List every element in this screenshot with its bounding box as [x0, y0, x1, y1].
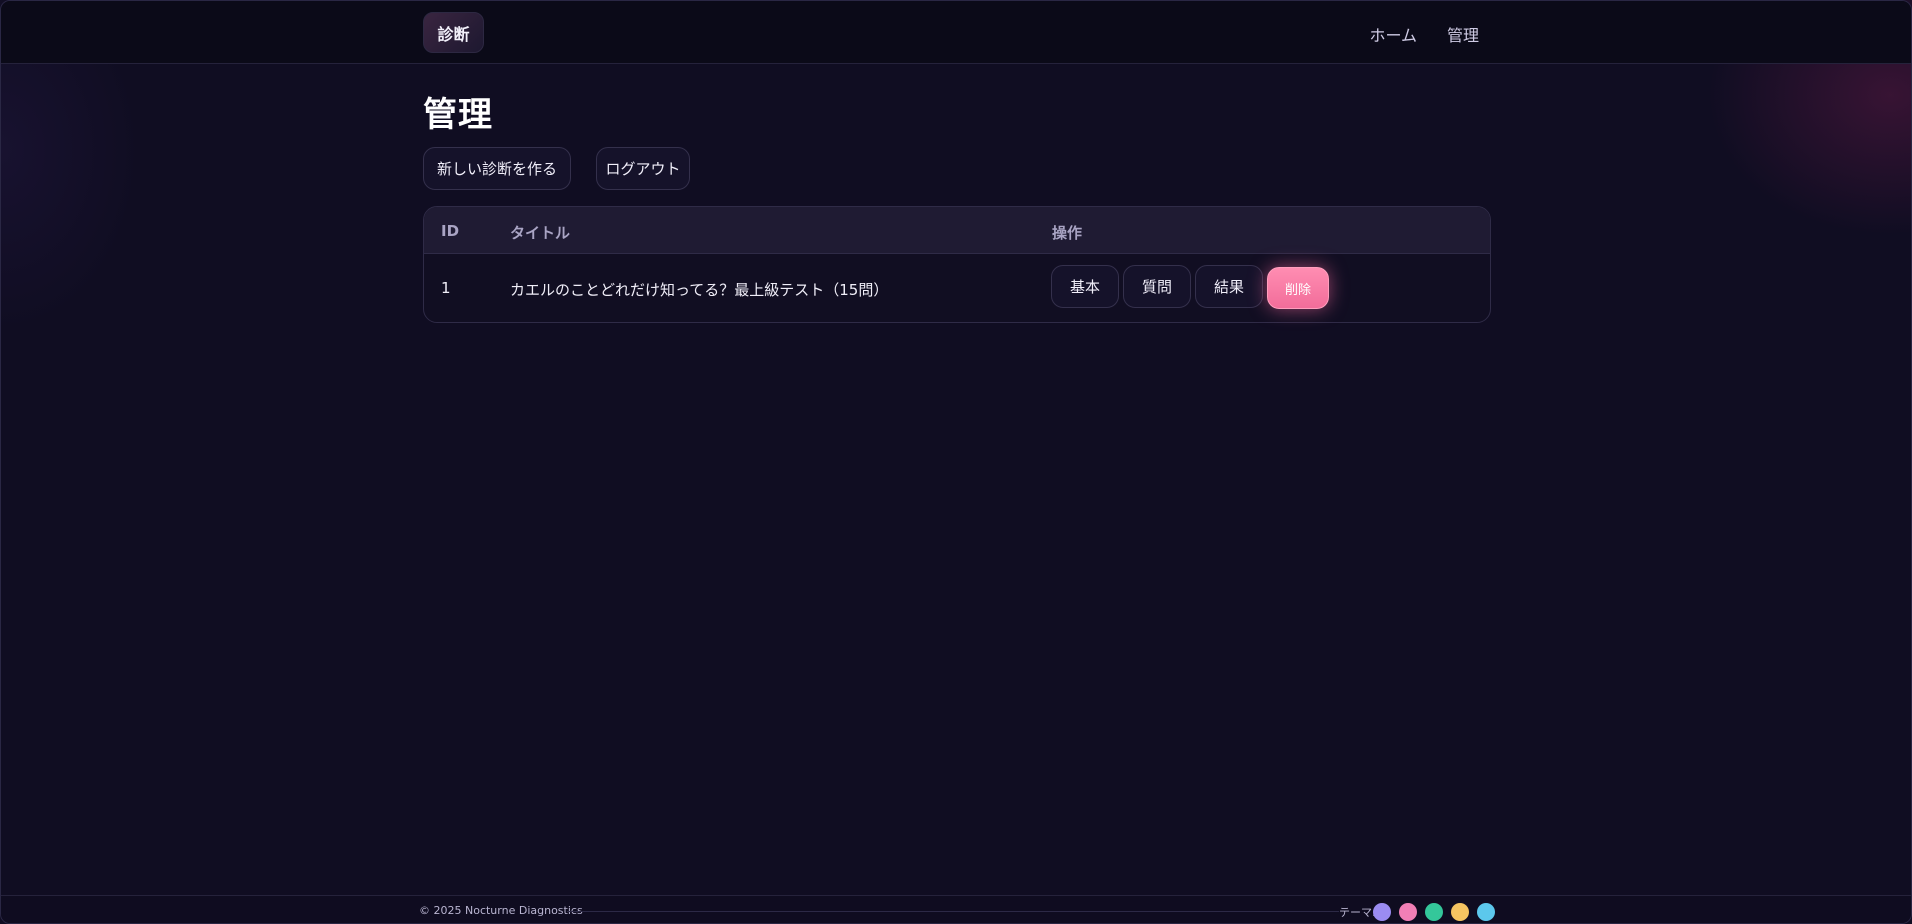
nav-home-link[interactable]: ホーム: [1369, 22, 1417, 46]
theme-swatch-green[interactable]: [1425, 903, 1443, 921]
column-header-id: ID: [441, 222, 460, 240]
page-title: 管理: [423, 95, 493, 135]
app-frame: 診断 ホーム 管理 管理 新しい診断を作る ログアウト ID タイトル 操作 1…: [0, 0, 1912, 924]
row-id: 1: [441, 279, 451, 297]
theme-label: テーマ:: [1339, 906, 1376, 919]
table-row: 1 カエルのことどれだけ知ってる？最上級テスト（15問）: [424, 254, 1490, 322]
edit-results-button[interactable]: 結果: [1195, 265, 1263, 308]
new-diagnosis-button[interactable]: 新しい診断を作る: [423, 147, 571, 190]
row-title: カエルのことどれだけ知ってる？最上級テスト（15問）: [510, 281, 889, 299]
page-footer: © 2025 Nocturne Diagnostics テーマ:: [1, 895, 1911, 923]
diagnosis-table: ID タイトル 操作 1 カエルのことどれだけ知ってる？最上級テスト（15問）: [423, 206, 1491, 323]
theme-swatch-blue[interactable]: [1477, 903, 1495, 921]
delete-button[interactable]: 削除: [1267, 267, 1329, 309]
copyright-text: © 2025 Nocturne Diagnostics: [419, 904, 583, 917]
footer-divider: [567, 911, 1339, 912]
main-nav: ホーム 管理: [1369, 22, 1479, 46]
edit-questions-button[interactable]: 質問: [1123, 265, 1191, 308]
nav-admin-link[interactable]: 管理: [1447, 22, 1479, 46]
theme-swatch-pink[interactable]: [1399, 903, 1417, 921]
column-header-actions: 操作: [1052, 224, 1083, 242]
brand-logo[interactable]: 診断: [423, 12, 484, 53]
logout-button[interactable]: ログアウト: [596, 147, 690, 190]
edit-basic-button[interactable]: 基本: [1051, 265, 1119, 308]
theme-swatch-yellow[interactable]: [1451, 903, 1469, 921]
top-header: 診断 ホーム 管理: [1, 1, 1911, 64]
table-header: ID タイトル 操作: [424, 207, 1490, 254]
column-header-title: タイトル: [510, 224, 571, 242]
theme-swatch-purple[interactable]: [1373, 903, 1391, 921]
